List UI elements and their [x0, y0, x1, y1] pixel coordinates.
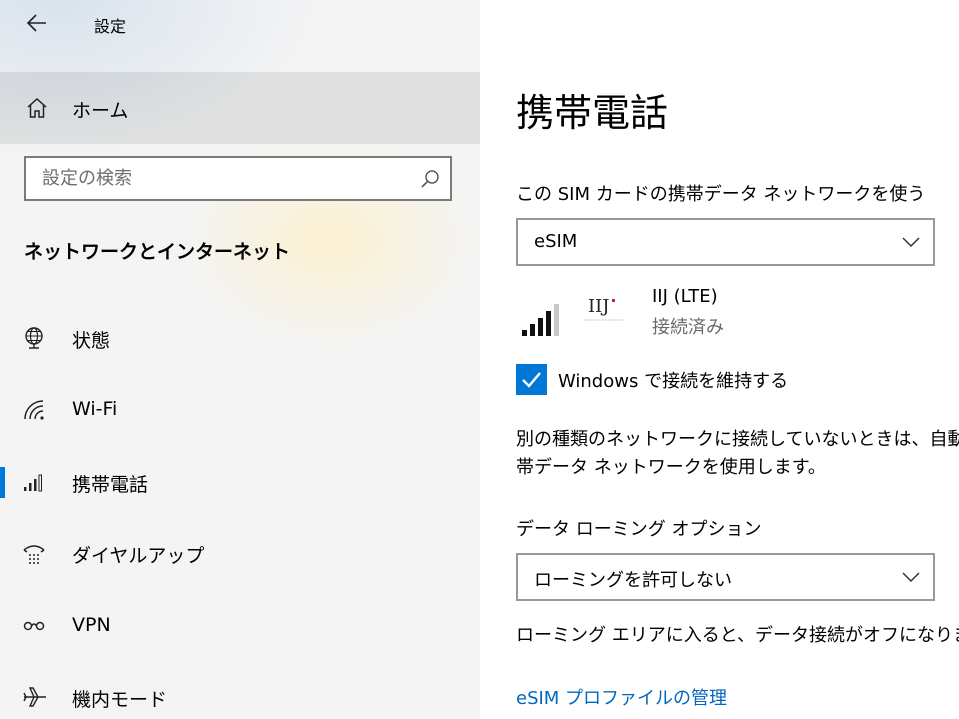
description-line: 帯データ ネットワークを使用します。 — [516, 457, 826, 478]
sidebar-item-status[interactable]: 状態 — [0, 312, 480, 364]
roaming-note: ローミング エリアに入ると、データ接続がオフになります。 — [516, 625, 959, 646]
cellular-icon — [24, 474, 42, 492]
sidebar-item-home[interactable]: ホーム — [0, 72, 480, 144]
sidebar-item-vpn[interactable]: VPN — [0, 600, 480, 652]
sidebar-item-wifi[interactable]: Wi-Fi — [0, 384, 480, 436]
roaming-dropdown[interactable]: ローミングを許可しない — [516, 553, 935, 601]
selection-indicator — [0, 467, 5, 498]
globe-icon — [25, 327, 43, 349]
search-box — [24, 156, 452, 201]
app-title: 設定 — [94, 17, 127, 36]
vpn-icon — [23, 621, 45, 631]
sidebar-item-airplane[interactable]: 機内モード — [0, 671, 480, 719]
carrier-name: IIJ (LTE) — [652, 286, 718, 307]
home-icon — [27, 97, 47, 118]
description-text: 別の種類のネットワークに接続していないときは、自動的 帯データ ネットワークを使… — [516, 426, 959, 482]
sidebar-item-dialup[interactable]: ダイヤルアップ — [0, 527, 480, 579]
keep-connected-label: Windows で接続を維持する — [558, 371, 789, 392]
sidebar: 設定 ホーム ネットワークとインターネット 状態 Wi-Fi — [0, 0, 480, 719]
sidebar-item-label: 機内モード — [72, 689, 168, 711]
carrier-logo-text: IIJ — [588, 296, 609, 317]
chevron-down-icon — [902, 572, 920, 583]
carrier-status: 接続済み — [652, 317, 724, 338]
keep-connected-checkbox[interactable] — [516, 364, 547, 395]
back-arrow-icon[interactable] — [24, 10, 50, 36]
chevron-down-icon — [902, 237, 920, 248]
section-heading: ネットワークとインターネット — [24, 241, 291, 263]
sidebar-item-label: Wi-Fi — [72, 398, 118, 420]
sim-network-label: この SIM カードの携帯データ ネットワークを使う — [516, 184, 926, 205]
checkmark-icon — [522, 372, 541, 388]
search-input[interactable] — [42, 158, 412, 199]
airplane-icon — [23, 687, 46, 707]
sidebar-item-label: ホーム — [72, 100, 129, 122]
sidebar-item-label: ダイヤルアップ — [72, 545, 205, 567]
signal-strength-icon — [522, 304, 559, 336]
dialup-icon — [23, 545, 45, 564]
roaming-options-label: データ ローミング オプション — [516, 519, 762, 540]
roaming-dropdown-value: ローミングを許可しない — [534, 570, 732, 591]
sidebar-item-label: 携帯電話 — [72, 474, 149, 496]
sidebar-item-cellular[interactable]: 携帯電話 — [0, 456, 480, 508]
wifi-icon — [24, 400, 44, 420]
sim-network-dropdown[interactable]: eSIM — [516, 218, 935, 266]
main-content: 携帯電話 この SIM カードの携帯データ ネットワークを使う eSIM IIJ… — [480, 0, 959, 719]
search-icon[interactable] — [420, 169, 440, 189]
sidebar-item-label: 状態 — [72, 330, 111, 352]
sidebar-item-label: VPN — [72, 614, 111, 636]
description-line: 別の種類のネットワークに接続していないときは、自動的 — [516, 429, 959, 450]
carrier-logo: IIJ — [578, 292, 632, 326]
page-title: 携帯電話 — [516, 91, 669, 135]
esim-profile-link[interactable]: eSIM プロファイルの管理 — [516, 684, 727, 710]
sim-dropdown-value: eSIM — [534, 231, 578, 252]
